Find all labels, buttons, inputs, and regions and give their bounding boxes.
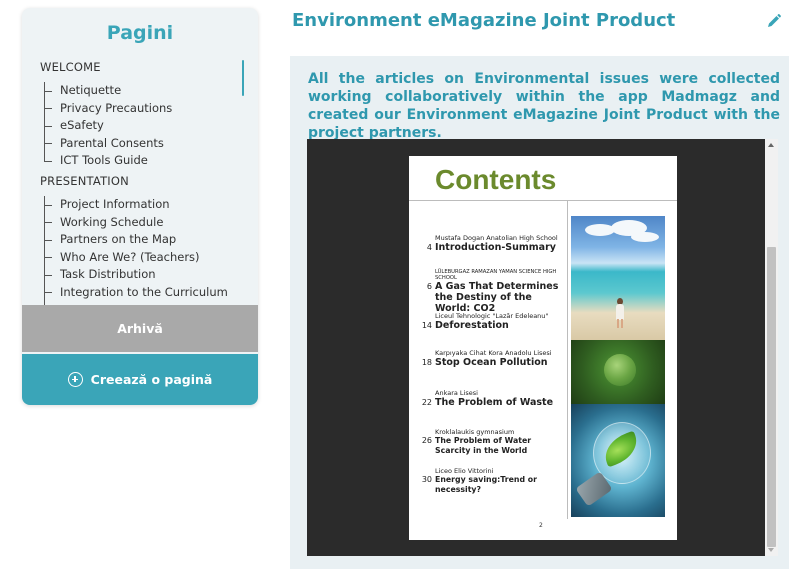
toc-page-number: 22 bbox=[421, 398, 432, 407]
toc-page-number: 4 bbox=[426, 243, 432, 252]
sidebar-item-ict-tools-guide[interactable]: ICT Tools Guide bbox=[40, 152, 172, 170]
toc-page-number: 6 bbox=[426, 282, 432, 291]
scroll-down-arrow-icon[interactable] bbox=[768, 548, 774, 552]
toc-author: Ankara Lisesi bbox=[435, 389, 478, 397]
toc-title: Energy saving:Trend or necessity? bbox=[435, 475, 537, 494]
toc-title: The Problem of Waste bbox=[435, 397, 554, 408]
toc-author: Kroklalaukis gymnasium bbox=[435, 428, 515, 436]
sidebar-item-integration-to-the-curriculum[interactable]: Integration to the Curriculum bbox=[40, 283, 228, 302]
moss-photo bbox=[571, 340, 665, 404]
toc-author: Liceo Elio Vittorini bbox=[435, 467, 494, 475]
toc-author: Karpıyaka Cihat Kora Anadolu Lisesi bbox=[435, 349, 552, 357]
scroll-thumb[interactable] bbox=[767, 247, 776, 547]
toc-page-number: 18 bbox=[421, 358, 432, 367]
scroll-up-arrow-icon[interactable] bbox=[768, 143, 774, 147]
pages-nav[interactable]: WELCOME Netiquette Privacy Precautions e… bbox=[22, 60, 258, 310]
toc-title: A Gas That Determines the Destiny of the… bbox=[435, 281, 559, 314]
toc-page-number: 26 bbox=[421, 436, 432, 445]
toc-page-number: 14 bbox=[421, 321, 432, 330]
toc-title: Introduction-Summary bbox=[435, 242, 556, 253]
toc-title: Stop Ocean Pollution bbox=[435, 357, 548, 368]
sidebar-item-privacy-precautions[interactable]: Privacy Precautions bbox=[40, 99, 172, 118]
toc-entry: Liceo Elio Vittorini 30 Energy saving:Tre… bbox=[421, 467, 567, 494]
nav-section-welcome: WELCOME bbox=[40, 60, 101, 74]
pages-sidebar: Pagini WELCOME Netiquette Privacy Precau… bbox=[22, 8, 258, 405]
sidebar-item-netiquette[interactable]: Netiquette bbox=[40, 82, 172, 100]
beach-photo bbox=[571, 216, 665, 340]
toc-entry: Liceul Tehnologic "Lazăr Edeleanu" 14 Def… bbox=[421, 312, 567, 331]
pencil-icon[interactable] bbox=[766, 13, 782, 29]
toc-title: The Problem of Water Scarcity in the Wor… bbox=[435, 436, 532, 455]
toc-page-number: 30 bbox=[421, 475, 432, 484]
nav-scroll-indicator[interactable] bbox=[242, 60, 244, 96]
toc-entry: Kroklalaukis gymnasium 26 The Problem of … bbox=[421, 428, 567, 455]
sidebar-item-working-schedule[interactable]: Working Schedule bbox=[40, 213, 228, 232]
contents-heading: Contents bbox=[435, 164, 557, 195]
sidebar-item-who-are-we-teachers[interactable]: Who Are We? (Teachers) bbox=[40, 248, 228, 267]
magazine-page: Contents Mustafa Dogan Anatolian High Sc… bbox=[409, 156, 677, 540]
intro-text: All the articles on Environmental issues… bbox=[308, 71, 780, 141]
toc-entry: LÜLEBURGAZ RAMAZAN YAMAN SCIENCE HIGH SC… bbox=[421, 269, 567, 314]
heading-divider bbox=[409, 200, 677, 201]
page-title: Environment eMagazine Joint Product bbox=[292, 10, 676, 31]
toc-author: Liceul Tehnologic "Lazăr Edeleanu" bbox=[435, 312, 549, 320]
sidebar-item-project-information[interactable]: Project Information bbox=[40, 196, 228, 214]
nav-list-welcome: Netiquette Privacy Precautions eSafety P… bbox=[40, 82, 172, 170]
sidebar-item-task-distribution[interactable]: Task Distribution bbox=[40, 266, 228, 284]
nav-list-presentation: Project Information Working Schedule Par… bbox=[40, 196, 228, 310]
archive-button[interactable]: Arhivă bbox=[22, 305, 258, 352]
viewer-scrollbar[interactable] bbox=[765, 139, 778, 556]
lightbulb-leaf-photo bbox=[571, 404, 665, 517]
sidebar-item-partners-on-the-map[interactable]: Partners on the Map bbox=[40, 231, 228, 249]
toc-entry: Ankara Lisesi 22 The Problem of Waste bbox=[421, 389, 567, 408]
sidebar-item-parental-consents[interactable]: Parental Consents bbox=[40, 134, 172, 153]
page-number: 2 bbox=[539, 522, 543, 529]
toc-entry: Karpıyaka Cihat Kora Anadolu Lisesi 18 St… bbox=[421, 349, 567, 368]
sidebar-item-esafety[interactable]: eSafety bbox=[40, 117, 172, 135]
toc-title: Deforestation bbox=[435, 320, 509, 331]
sidebar-title: Pagini bbox=[106, 22, 174, 44]
create-page-label: Creează o pagină bbox=[90, 372, 213, 387]
toc-author: LÜLEBURGAZ RAMAZAN YAMAN SCIENCE HIGH SC… bbox=[435, 269, 557, 281]
toc-author: Mustafa Dogan Anatolian High School bbox=[435, 234, 558, 242]
plus-circle-icon bbox=[67, 372, 83, 387]
nav-section-presentation: PRESENTATION bbox=[40, 174, 129, 188]
create-page-button[interactable]: Creează o pagină bbox=[22, 354, 258, 405]
column-divider bbox=[567, 201, 568, 519]
toc-entry: Mustafa Dogan Anatolian High School 4 Int… bbox=[421, 234, 567, 253]
